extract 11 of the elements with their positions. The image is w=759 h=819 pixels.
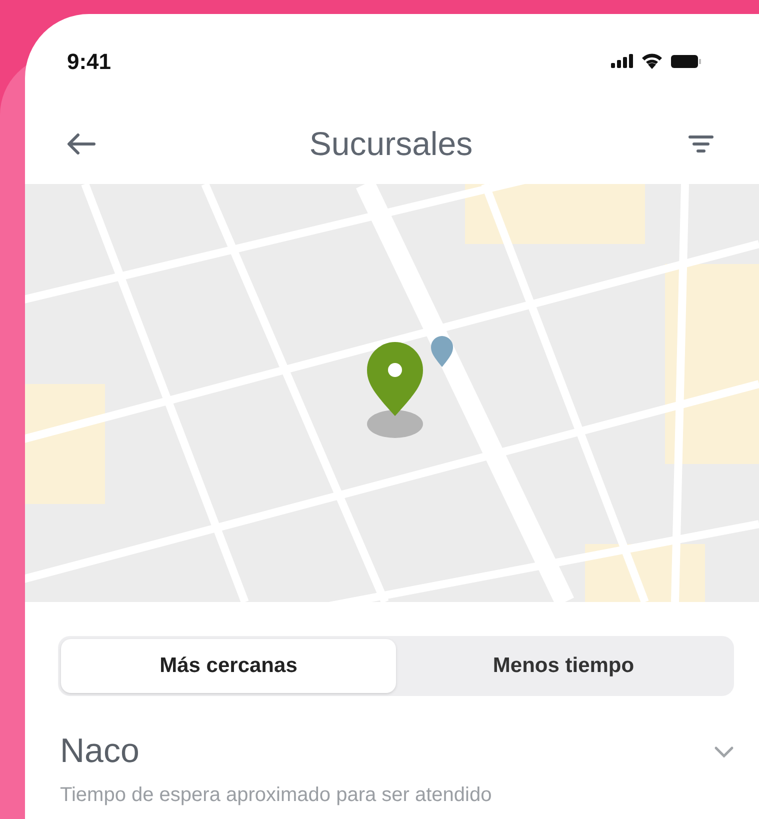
battery-icon xyxy=(671,54,701,68)
branch-name: Naco xyxy=(60,731,140,772)
signal-icon xyxy=(611,54,633,68)
back-arrow-icon xyxy=(66,133,96,155)
screen-title: Sucursales xyxy=(309,124,473,164)
segment-tab[interactable]: Menos tiempo xyxy=(396,639,731,693)
filter-icon xyxy=(688,134,714,154)
status-time: 9:41 xyxy=(67,48,112,76)
wifi-icon xyxy=(641,53,663,69)
branch-subtitle: Tiempo de espera aproximado para ser atendido xyxy=(60,783,493,807)
segment-tab[interactable]: Más cercanas xyxy=(61,639,396,693)
